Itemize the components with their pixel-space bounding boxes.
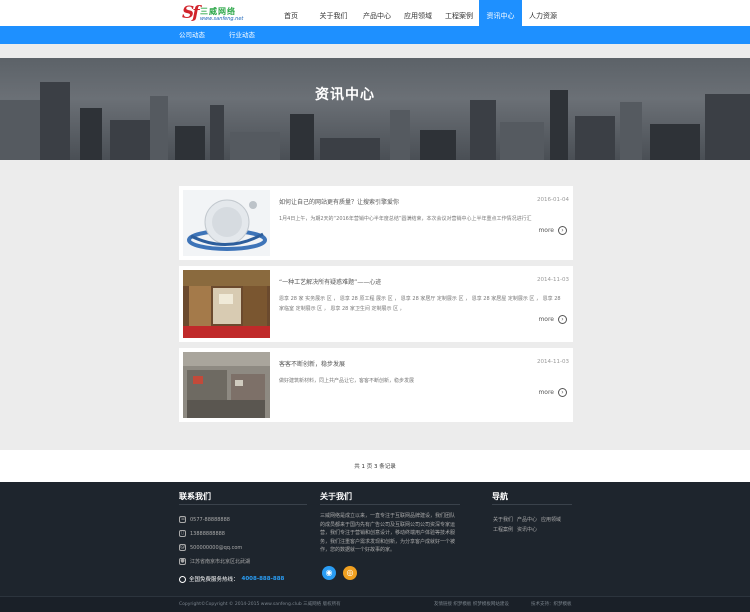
main-nav: 首页 关于我们 产品中心 应用领域 工程案例 资讯中心 人力资源 [272, 0, 564, 26]
nav-hr[interactable]: 人力资源 [522, 0, 564, 26]
contact-mobile: ▯ 13888888888 [179, 530, 225, 537]
pagination: 共 1 页 3 条记录 [354, 464, 396, 470]
footer-link-cases[interactable]: 工程案例 [493, 526, 513, 533]
nav-about[interactable]: 关于我们 [310, 0, 357, 26]
news-thumbnail[interactable] [183, 352, 270, 418]
more-label: more [538, 227, 554, 234]
tech-support[interactable]: 技术支持：织梦模板 [531, 601, 572, 607]
list-item[interactable]: 客客不断创新，稳步发展 2014-11-03 做好建筑新材料，同上共产品让它，客… [179, 348, 573, 422]
sub-nav: 公司动态 行业动态 [179, 26, 255, 44]
subnav-industry-news[interactable]: 行业动态 [229, 26, 255, 44]
sub-nav-bar: 公司动态 行业动态 [0, 26, 750, 44]
more-label: more [538, 316, 554, 323]
logo-url: www.sanfeng.net [200, 16, 244, 22]
qq-icon[interactable]: ◉ [322, 566, 336, 580]
footer-link-news[interactable]: 资讯中心 [517, 526, 537, 533]
more-link[interactable]: more › [538, 226, 567, 235]
footer-link-applications[interactable]: 应用领域 [541, 516, 561, 523]
subnav-company-news[interactable]: 公司动态 [179, 26, 205, 44]
phone-call-icon [179, 575, 186, 583]
more-link[interactable]: more › [538, 315, 567, 324]
pagination-bar: 共 1 页 3 条记录 [0, 450, 750, 482]
news-date: 2014-11-03 [537, 277, 569, 283]
news-date: 2016-01-04 [537, 197, 569, 203]
footer-nav-row-2: 工程案例 资讯中心 [493, 526, 537, 533]
arrow-right-icon: › [558, 388, 567, 397]
arrow-right-icon: › [558, 226, 567, 235]
logo-mark: Sf [182, 3, 200, 23]
news-desc: 做好建筑新材料，同上共产品让它，客客不断创新，稳步发展 [279, 378, 415, 384]
news-title[interactable]: “一种工艺解决所有疑惑难题”——心迹 [279, 277, 381, 286]
site-logo[interactable]: Sf 三威网络 www.sanfeng.net [182, 3, 250, 23]
nav-cases[interactable]: 工程案例 [439, 0, 479, 26]
phone-icon: ☏ [179, 516, 187, 523]
about-title: 关于我们 [320, 492, 352, 501]
page-title: 资讯中心 [315, 87, 375, 103]
news-thumbnail[interactable] [183, 190, 270, 256]
site-footer: 联系我们 ☏ 0577-88888888 ▯ 13888888888 @ 500… [0, 482, 750, 612]
news-date: 2014-11-03 [537, 359, 569, 365]
email-icon: @ [179, 544, 186, 551]
nav-products[interactable]: 产品中心 [357, 0, 397, 26]
footer-nav-row-1: 关于我们 产品中心 应用领域 [493, 516, 561, 523]
site-header: Sf 三威网络 www.sanfeng.net 首页 关于我们 产品中心 应用领… [0, 0, 750, 26]
weibo-icon[interactable]: ◎ [343, 566, 357, 580]
arrow-right-icon: › [558, 315, 567, 324]
hotline: 全国免费服务热线： 4008-888-888 [179, 575, 284, 583]
contact-address: ● 江苏省南京市北京区北武湖 [179, 558, 251, 565]
news-title[interactable]: 客客不断创新，稳步发展 [279, 359, 345, 368]
news-desc: 1月4日上午，为期2天的“2016年营销中心半年度总结”圆满结束，本次会议对营销… [279, 216, 532, 222]
nav-title: 导航 [492, 492, 508, 501]
news-desc: 恩享 28 家 实务展示 区 ， 恩享 28 原工程 展示 区 ， 恩享 28 … [279, 296, 561, 312]
list-item[interactable]: “一种工艺解决所有疑惑难题”——心迹 2014-11-03 恩享 28 家 实务… [179, 266, 573, 342]
mobile-icon: ▯ [179, 530, 186, 537]
list-item[interactable]: 如何让自己的网站更有质量？让搜索引擎爱你 2016-01-04 1月4日上午，为… [179, 186, 573, 260]
nav-home[interactable]: 首页 [272, 0, 310, 26]
footer-link-about[interactable]: 关于我们 [493, 516, 513, 523]
more-link[interactable]: more › [538, 388, 567, 397]
nav-news[interactable]: 资讯中心 [479, 0, 522, 26]
page-banner: 资讯中心 [0, 58, 750, 160]
news-thumbnail[interactable] [183, 270, 270, 338]
copyright-text: Copyright©Copyright © 2014-2015 www.sanf… [179, 602, 341, 607]
contact-email[interactable]: @ 500000000@qq.com [179, 544, 242, 551]
more-label: more [538, 389, 554, 396]
about-text: 三威网络是成立以来，一直专注于互联网品牌建设，我们团队的成员都来于国内先有广告公… [320, 513, 456, 553]
contact-title: 联系我们 [179, 492, 211, 501]
news-title[interactable]: 如何让自己的网站更有质量？让搜索引擎爱你 [279, 197, 399, 206]
location-icon: ● [179, 558, 186, 565]
hotline-number[interactable]: 4008-888-888 [242, 576, 285, 582]
nav-applications[interactable]: 应用领域 [397, 0, 439, 26]
friend-links[interactable]: 友情链接 织梦模板 织梦模板网站建设 [434, 601, 509, 607]
copyright-bar: Copyright©Copyright © 2014-2015 www.sanf… [0, 596, 750, 612]
footer-link-products[interactable]: 产品中心 [517, 516, 537, 523]
contact-phone: ☏ 0577-88888888 [179, 516, 230, 523]
